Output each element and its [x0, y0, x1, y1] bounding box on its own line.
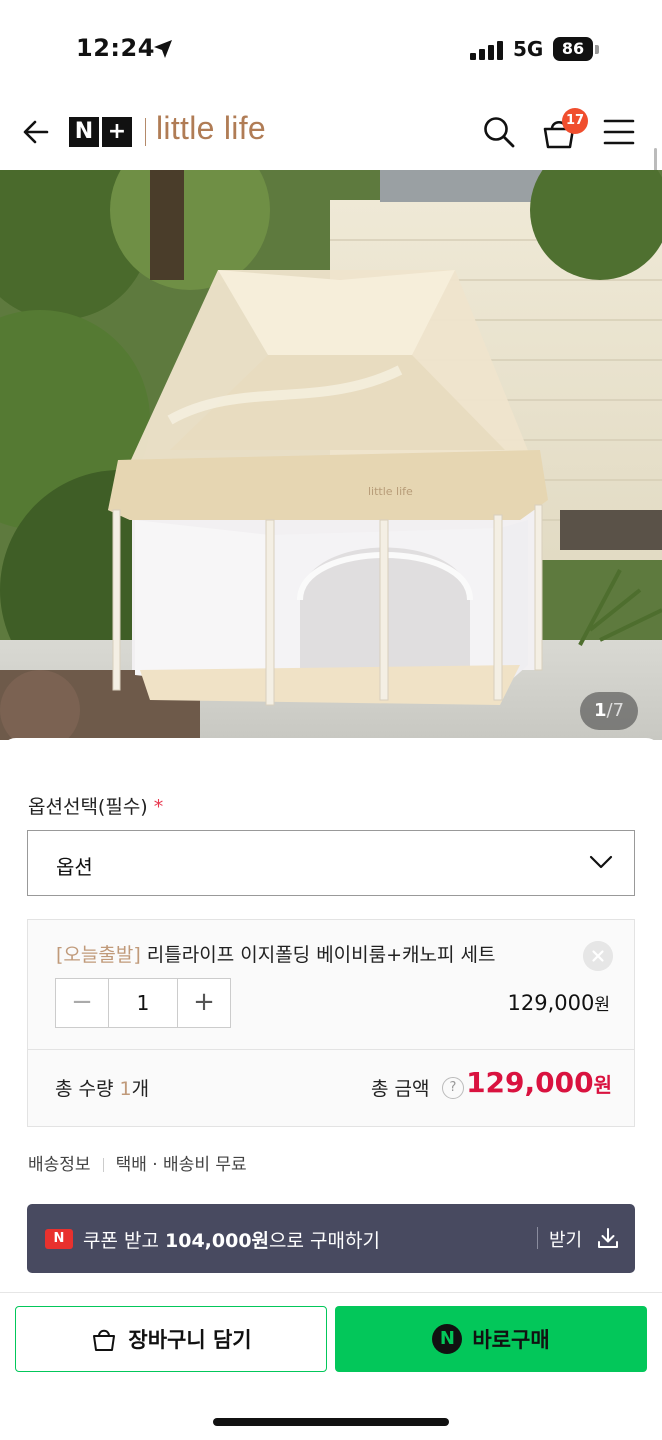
coupon-banner[interactable]: N 쿠폰 받고 104,000원으로 구매하기 받기: [27, 1204, 635, 1273]
increase-quantity-button[interactable]: +: [178, 979, 230, 1027]
get-coupon-button[interactable]: 받기: [549, 1226, 582, 1252]
decrease-quantity-button[interactable]: −: [56, 979, 108, 1027]
product-image[interactable]: little life: [0, 170, 662, 740]
help-icon[interactable]: ?: [442, 1077, 464, 1099]
total-amount-value: 129,000: [466, 1066, 594, 1099]
buy-now-label: 바로구매: [472, 1328, 550, 1352]
divider: [537, 1227, 538, 1249]
total-quantity: 총 수량 1개: [55, 1074, 149, 1101]
brand-name[interactable]: little life: [156, 110, 266, 147]
selected-item-title: [오늘출발] 리틀라이프 이지폴딩 베이비룸+캐노피 세트: [56, 940, 495, 967]
selected-item-card: [오늘출발] 리틀라이프 이지폴딩 베이비룸+캐노피 세트 − 1 + 129,…: [27, 919, 635, 1127]
buy-now-button[interactable]: N 바로구매: [335, 1306, 647, 1372]
naver-n-icon: N: [45, 1229, 73, 1249]
total-quantity-unit: 개: [131, 1078, 150, 1100]
coupon-text-prefix: 쿠폰 받고: [83, 1230, 165, 1252]
nplus-logo[interactable]: N +: [69, 117, 135, 147]
divider: [102, 1158, 104, 1172]
shipping-value: 택배 · 배송비 무료: [115, 1155, 247, 1175]
item-price: 129,000원: [508, 990, 610, 1015]
add-to-cart-button[interactable]: 장바구니 담기: [15, 1306, 327, 1372]
purchase-sheet: 옵션선택(필수) * 옵션 [오늘출발] 리틀라이프 이지폴딩 베이비룸+캐노피 …: [0, 738, 662, 1440]
site-header: N + little life 17: [0, 96, 662, 170]
total-quantity-value: 1: [119, 1078, 132, 1100]
location-arrow-icon: [154, 40, 172, 58]
total-amount-label: 총 금액: [371, 1078, 430, 1100]
coupon-amount: 104,000원: [165, 1230, 270, 1252]
status-time: 12:24: [76, 34, 155, 62]
option-label-text: 옵션선택(필수): [28, 796, 148, 818]
battery-tip: [595, 45, 599, 54]
image-counter-current: 1: [593, 700, 607, 721]
naver-pay-icon: N: [432, 1324, 463, 1354]
option-select[interactable]: 옵션: [27, 830, 635, 896]
quantity-stepper: − 1 +: [55, 978, 231, 1028]
divider: [0, 1292, 662, 1293]
back-arrow-icon[interactable]: [20, 116, 52, 148]
battery-icon: 86: [553, 37, 593, 61]
total-quantity-label: 총 수량: [55, 1078, 114, 1100]
product-photo-illustration: little life: [0, 170, 662, 740]
cellular-signal-icon: [470, 40, 504, 60]
add-to-cart-label: 장바구니 담기: [128, 1328, 252, 1352]
shopping-bag-icon: [93, 1329, 116, 1351]
shipping-info: 배송정보 택배 · 배송비 무료: [28, 1150, 247, 1175]
search-icon[interactable]: [482, 115, 516, 149]
coupon-text: 쿠폰 받고 104,000원으로 구매하기: [83, 1226, 380, 1253]
cart-count-badge: 17: [562, 108, 588, 134]
close-icon[interactable]: [583, 941, 613, 971]
brand-separator: [145, 118, 146, 146]
status-bar: 12:24 5G 86: [0, 0, 662, 96]
shipping-label: 배송정보: [28, 1155, 91, 1175]
option-label: 옵션선택(필수) *: [28, 792, 163, 819]
image-counter-total: 7: [612, 700, 625, 721]
quantity-input[interactable]: 1: [108, 979, 178, 1027]
total-amount: 129,000원: [466, 1066, 612, 1099]
network-type: 5G: [513, 37, 544, 61]
required-mark: *: [153, 796, 164, 818]
product-print-text: little life: [368, 485, 413, 498]
coupon-text-suffix: 으로 구매하기: [269, 1230, 380, 1252]
item-price-currency: 원: [594, 995, 610, 1015]
logo-letter-plus: +: [102, 117, 132, 147]
item-name: 리틀라이프 이지폴딩 베이비룸+캐노피 세트: [146, 944, 496, 966]
hamburger-menu-icon[interactable]: [603, 118, 635, 146]
total-amount-currency: 원: [593, 1073, 612, 1097]
home-indicator[interactable]: [213, 1418, 449, 1426]
logo-letter-n: N: [69, 117, 99, 147]
image-counter: 1/7: [580, 692, 638, 730]
divider: [28, 1049, 634, 1050]
item-price-value: 129,000: [507, 991, 595, 1015]
chevron-down-icon: [589, 855, 613, 869]
option-select-value: 옵션: [56, 855, 93, 879]
download-icon[interactable]: [596, 1226, 620, 1250]
item-tag: [오늘출발]: [56, 944, 141, 966]
